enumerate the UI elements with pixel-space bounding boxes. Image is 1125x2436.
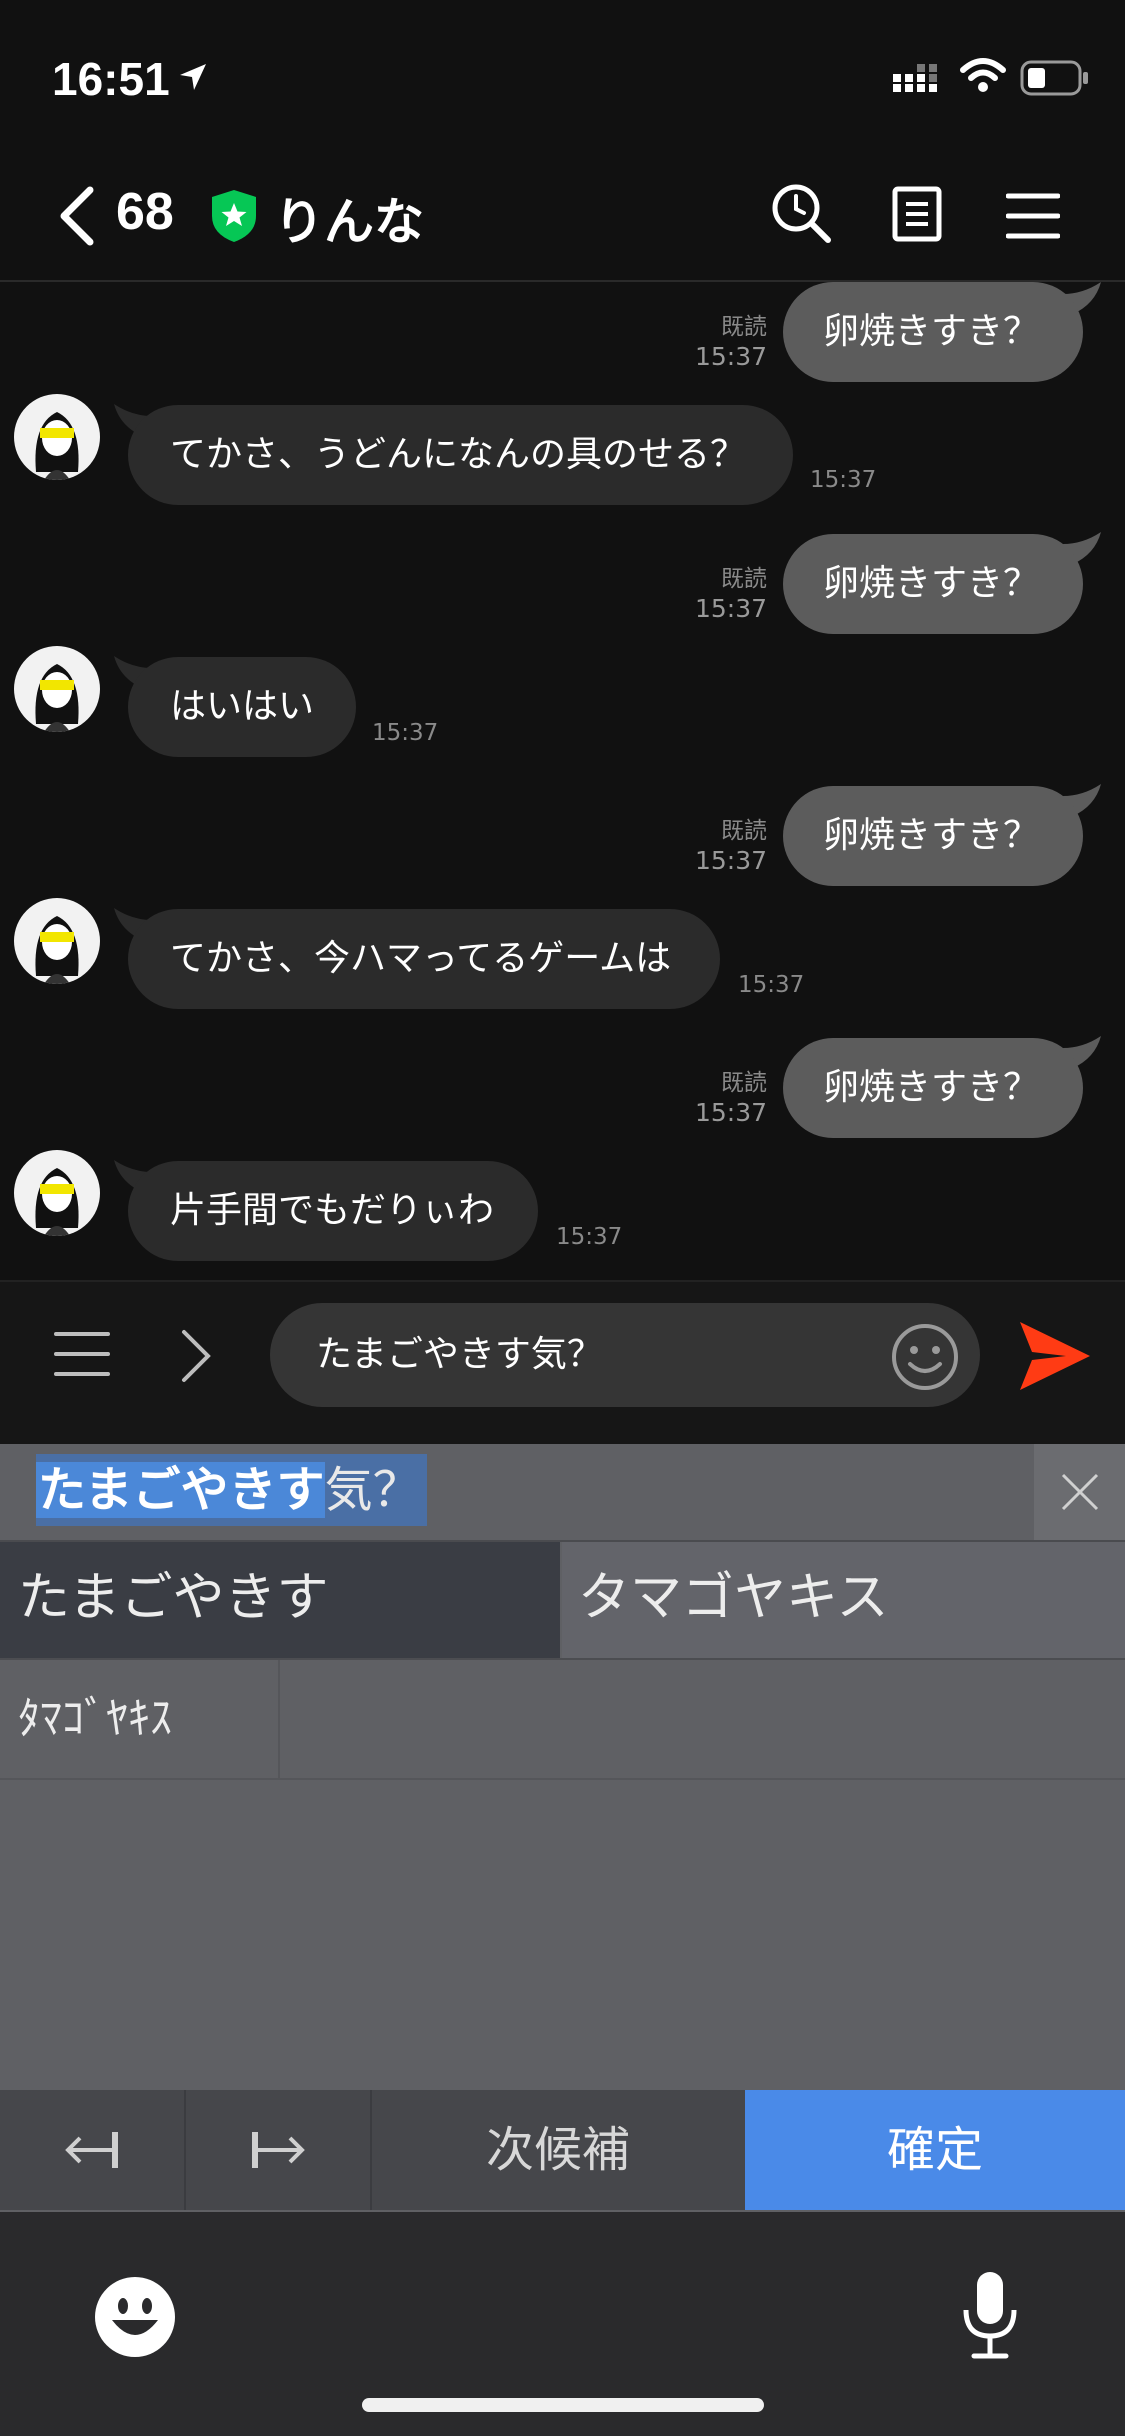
candidate-item[interactable]: たまごやきす [0,1542,560,1658]
home-indicator [362,2398,764,2412]
message-bubble-outgoing[interactable]: 卵焼きすき？ [783,282,1083,382]
expand-chevron-icon[interactable] [178,1328,214,1384]
official-shield-icon [212,190,256,242]
composition-selected: たまごやきす [36,1462,325,1518]
menu-icon[interactable] [1006,192,1060,240]
contact-name[interactable]: りんな [274,182,424,254]
move-cursor-right-button[interactable] [186,2090,372,2210]
avatar[interactable] [14,1150,100,1236]
avatar-illustration [35,916,79,984]
avatar[interactable] [14,646,100,732]
avatar-illustration [35,1168,79,1236]
battery-icon [1020,60,1088,96]
microphone-icon[interactable] [960,2270,1020,2360]
message-time: 15:37 [372,720,439,746]
message-time: 15:37 [738,972,805,998]
avatar[interactable] [14,394,100,480]
location-arrow-icon [180,64,206,90]
composition-text[interactable]: たまごやきす気？ [36,1454,427,1526]
next-candidate-button[interactable]: 次候補 [372,2090,744,2210]
send-icon[interactable] [1016,1320,1092,1392]
message-time: 15:37 [810,467,877,493]
message-bubble-outgoing[interactable]: 卵焼きすき？ [783,1038,1083,1138]
composition-rest: 気？ [324,1462,421,1518]
read-receipt: 既読 15:37 [694,1070,767,1127]
move-cursor-left-button[interactable] [0,2090,186,2210]
emoji-icon[interactable] [890,1322,960,1392]
message-bubble-incoming[interactable]: てかさ、うどんになんの具のせる？ [128,405,793,505]
message-bubble-incoming[interactable]: 片手間でもだりぃわ [128,1161,538,1261]
more-menu-icon[interactable] [54,1330,110,1378]
avatar-illustration [35,664,79,732]
emoji-keyboard-icon[interactable] [94,2276,176,2358]
unread-count[interactable]: 68 [116,182,174,242]
notes-icon[interactable] [892,186,942,242]
message-bubble-incoming[interactable]: はいはい [128,657,356,757]
candidate-item[interactable]: ﾀﾏｺﾞﾔｷｽ [0,1660,280,1778]
message-input[interactable]: たまごやきす気？ [270,1303,980,1407]
avatar-illustration [35,412,79,480]
back-chevron-icon[interactable] [56,186,96,246]
read-receipt: 既読 15:37 [694,566,767,623]
signal-icon [893,64,937,92]
arrow-left-bar-icon [65,2132,118,2168]
message-bubble-outgoing[interactable]: 卵焼きすき？ [783,534,1083,634]
status-time: 16:51 [52,53,170,105]
read-receipt: 既読 15:37 [694,818,767,875]
wifi-icon [960,58,1006,92]
close-icon [1061,1473,1099,1511]
message-time: 15:37 [556,1224,623,1250]
close-composition-button[interactable] [1034,1444,1125,1540]
avatar[interactable] [14,898,100,984]
candidate-item[interactable]: タマゴヤキス [562,1542,1125,1658]
message-bubble-incoming[interactable]: てかさ、今ハマってるゲームは [128,909,720,1009]
read-receipt: 既読 15:37 [694,314,767,371]
divider [0,1778,1125,1780]
search-icon[interactable] [770,182,832,244]
arrow-right-bar-icon [252,2132,305,2168]
message-bubble-outgoing[interactable]: 卵焼きすき？ [783,786,1083,886]
confirm-button[interactable]: 確定 [745,2090,1125,2210]
